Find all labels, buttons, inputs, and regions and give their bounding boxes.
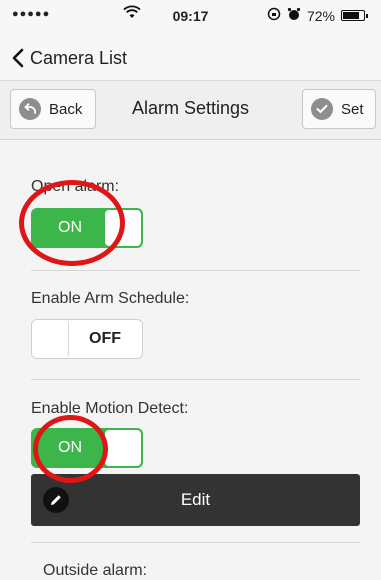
nav-bar: Camera List <box>0 36 381 81</box>
nav-back-button[interactable]: Camera List <box>12 48 127 69</box>
lock-rotation-icon <box>267 7 281 24</box>
motion-detect-toggle[interactable]: ON <box>31 428 143 468</box>
divider <box>31 379 360 380</box>
divider <box>31 542 360 543</box>
back-button[interactable]: Back <box>10 89 96 129</box>
arm-schedule-toggle-state: OFF <box>89 330 121 347</box>
divider <box>31 270 360 271</box>
outside-alarm-label: Outside alarm: <box>43 562 148 579</box>
open-alarm-toggle[interactable]: ON <box>31 208 143 248</box>
status-bar: ●●●●● 09:17 72% <box>0 0 381 36</box>
toggle-knob <box>105 210 141 246</box>
battery-percent: 72% <box>306 7 335 24</box>
motion-detect-label: Enable Motion Detect: <box>31 400 189 417</box>
nav-back-label: Camera List <box>30 47 128 68</box>
toggle-knob <box>32 320 69 358</box>
chevron-left-icon <box>12 48 24 68</box>
edit-motion-button[interactable]: Edit <box>31 474 360 526</box>
arm-schedule-toggle[interactable]: OFF <box>31 319 143 359</box>
open-alarm-label: Open alarm: <box>31 178 120 195</box>
toggle-knob <box>105 430 141 466</box>
status-right-group: 72% <box>267 7 368 24</box>
set-button-label: Set <box>341 100 364 118</box>
alarm-clock-icon <box>287 7 301 24</box>
back-button-label: Back <box>49 100 83 118</box>
motion-detect-toggle-state: ON <box>58 439 82 456</box>
open-alarm-toggle-state: ON <box>58 219 82 236</box>
battery-icon <box>341 10 368 21</box>
toolbar: Back Alarm Settings Set <box>0 81 381 140</box>
checkmark-icon <box>311 98 333 120</box>
back-arrow-icon <box>19 98 41 120</box>
set-button[interactable]: Set <box>302 89 376 129</box>
edit-label: Edit <box>180 490 211 509</box>
arm-schedule-label: Enable Arm Schedule: <box>31 290 190 307</box>
